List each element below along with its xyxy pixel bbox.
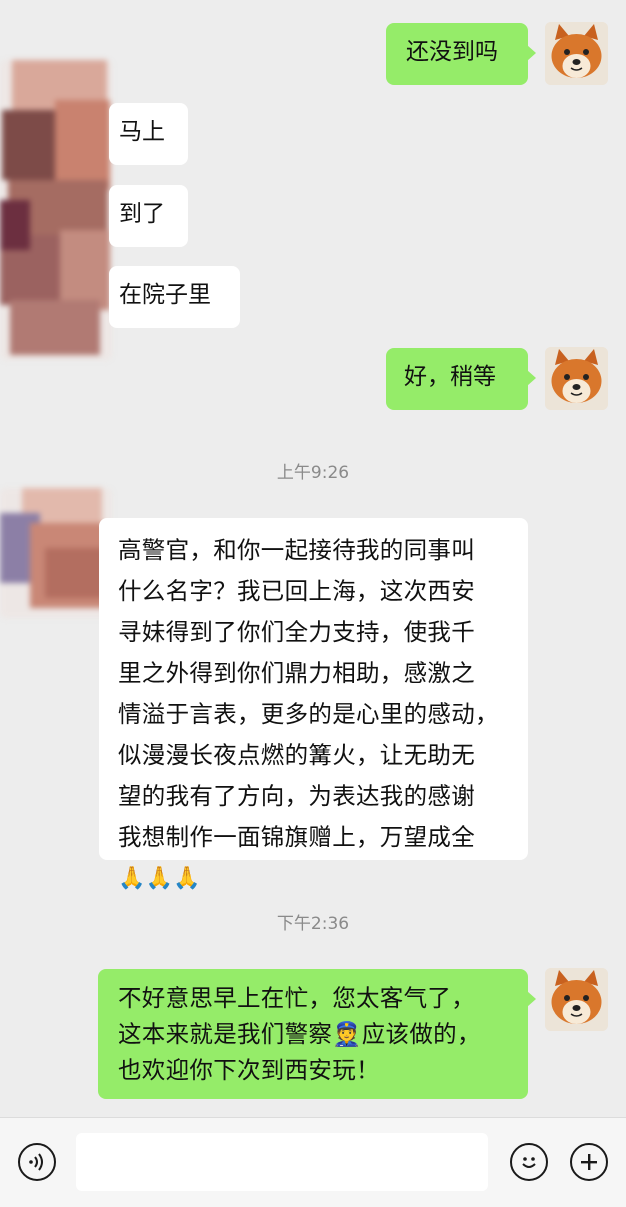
message-bubble-outgoing[interactable]: 还没到吗	[386, 23, 536, 85]
message-line: 不好意思早上在忙，您太客气了，	[118, 984, 475, 1012]
message-line: 里之外得到你们鼎力相助，感激之	[118, 659, 475, 687]
voice-icon	[29, 1153, 43, 1171]
message-line: 情溢于言表，更多的是心里的感动，	[118, 700, 499, 728]
message-bubble-incoming-long[interactable]: 高警官，和你一起接待我的同事叫 什么名字？我已回上海，这次西安 寻妹得到了你们全…	[99, 518, 528, 891]
my-avatar[interactable]	[545, 22, 608, 85]
message-text-block: 高警官，和你一起接待我的同事叫 什么名字？我已回上海，这次西安 寻妹得到了你们全…	[118, 530, 528, 899]
my-avatar[interactable]	[545, 347, 608, 410]
more-button[interactable]	[570, 1143, 608, 1181]
message-bubble-outgoing-long[interactable]: 不好意思早上在忙，您太客气了， 这本来就是我们警察👮应该做的， 也欢迎你下次到西…	[98, 969, 536, 1099]
bubble-tail	[527, 370, 536, 386]
contact-avatar-blurred[interactable]	[0, 60, 112, 360]
bubble-tail	[527, 45, 536, 61]
contact-avatar-blurred[interactable]	[0, 488, 112, 618]
message-text: 还没到吗	[406, 39, 498, 65]
bubble-tail	[527, 991, 536, 1007]
message-bubble-outgoing[interactable]: 好，稍等	[386, 348, 536, 410]
message-line: 这本来就是我们警察👮应该做的，	[118, 1020, 481, 1048]
message-line: 高警官，和你一起接待我的同事叫	[118, 536, 475, 564]
chat-input-bar	[0, 1117, 626, 1207]
message-text-block: 不好意思早上在忙，您太客气了， 这本来就是我们警察👮应该做的， 也欢迎你下次到西…	[118, 980, 528, 1088]
message-bubble-incoming[interactable]: 在院子里	[109, 266, 240, 328]
redacted-avatar-image	[0, 60, 112, 360]
shiba-dog-avatar-image	[545, 968, 608, 1031]
message-text: 好，稍等	[404, 364, 496, 390]
shiba-dog-avatar-image	[545, 22, 608, 85]
message-text: 在院子里	[119, 282, 211, 308]
message-line: 我想制作一面锦旗赠上，万望成全	[118, 823, 475, 851]
emoji-button[interactable]	[510, 1143, 548, 1181]
shiba-dog-avatar-image	[545, 347, 608, 410]
message-line: 似漫漫长夜点燃的篝火，让无助无	[118, 741, 475, 769]
message-input[interactable]	[76, 1133, 488, 1191]
emoji-icon	[522, 1157, 536, 1168]
prayer-emoji-line: 🙏🙏🙏	[118, 866, 202, 891]
message-line: 什么名字？我已回上海，这次西安	[118, 577, 475, 605]
plus-icon	[581, 1154, 597, 1170]
redacted-avatar-image	[0, 488, 112, 618]
message-bubble-incoming[interactable]: 马上	[109, 103, 188, 165]
message-line: 也欢迎你下次到西安玩！	[118, 1056, 380, 1084]
my-avatar[interactable]	[545, 968, 608, 1031]
message-bubble-incoming[interactable]: 到了	[109, 185, 188, 247]
timestamp: 下午2:36	[276, 914, 350, 934]
voice-button[interactable]	[18, 1143, 56, 1181]
message-text: 马上	[119, 119, 165, 145]
message-line: 寻妹得到了你们全力支持，使我千	[118, 618, 475, 646]
timestamp: 上午9:26	[276, 463, 350, 483]
message-line: 望的我有了方向，为表达我的感谢	[118, 782, 475, 810]
message-text: 到了	[119, 201, 165, 227]
